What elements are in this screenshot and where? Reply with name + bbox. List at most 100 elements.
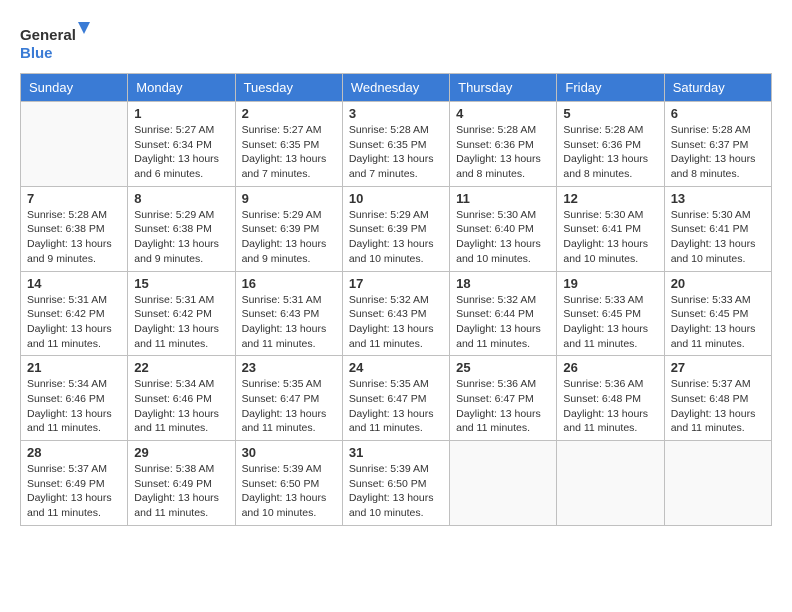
calendar-cell: 16 Sunrise: 5:31 AMSunset: 6:43 PMDayligh… (235, 271, 342, 356)
calendar-cell: 12Sunrise: 5:30 AMSunset: 6:41 PMDayligh… (557, 186, 664, 271)
day-number: 31 (349, 445, 443, 460)
calendar-cell: 30 Sunrise: 5:39 AMSunset: 6:50 PMDayligh… (235, 441, 342, 526)
calendar-header-sunday: Sunday (21, 74, 128, 102)
day-number: 25 (456, 360, 550, 375)
logo-svg: General Blue (20, 20, 90, 65)
day-number: 5 (563, 106, 657, 121)
calendar-header-row: SundayMondayTuesdayWednesdayThursdayFrid… (21, 74, 772, 102)
day-info: Sunrise: 5:32 AMSunset: 6:43 PMDaylight:… (349, 293, 443, 352)
day-number: 8 (134, 191, 228, 206)
day-info: Sunrise: 5:30 AMSunset: 6:40 PMDaylight:… (456, 208, 550, 267)
header: General Blue (20, 20, 772, 65)
day-info: Sunrise: 5:27 AMSunset: 6:34 PMDaylight:… (134, 123, 228, 182)
day-info: Sunrise: 5:39 AMSunset: 6:50 PMDaylight:… (242, 462, 336, 521)
calendar-cell: 28Sunrise: 5:37 AMSunset: 6:49 PMDayligh… (21, 441, 128, 526)
day-number: 2 (242, 106, 336, 121)
calendar-cell: 1 Sunrise: 5:27 AMSunset: 6:34 PMDaylight… (128, 102, 235, 187)
day-info: Sunrise: 5:28 AMSunset: 6:36 PMDaylight:… (456, 123, 550, 182)
calendar-cell: 2 Sunrise: 5:27 AMSunset: 6:35 PMDaylight… (235, 102, 342, 187)
day-number: 30 (242, 445, 336, 460)
calendar-cell: 13 Sunrise: 5:30 AMSunset: 6:41 PMDayligh… (664, 186, 771, 271)
day-number: 17 (349, 276, 443, 291)
calendar-cell: 31 Sunrise: 5:39 AMSunset: 6:50 PMDayligh… (342, 441, 449, 526)
day-info: Sunrise: 5:31 AMSunset: 6:42 PMDaylight:… (134, 293, 228, 352)
day-info: Sunrise: 5:27 AMSunset: 6:35 PMDaylight:… (242, 123, 336, 182)
day-number: 14 (27, 276, 121, 291)
day-number: 10 (349, 191, 443, 206)
calendar-header-friday: Friday (557, 74, 664, 102)
day-info: Sunrise: 5:28 AMSunset: 6:36 PMDaylight:… (563, 123, 657, 182)
day-info: Sunrise: 5:30 AMSunset: 6:41 PMDaylight:… (671, 208, 765, 267)
day-number: 19 (563, 276, 657, 291)
day-number: 1 (134, 106, 228, 121)
day-info: Sunrise: 5:28 AMSunset: 6:38 PMDaylight:… (27, 208, 121, 267)
day-info: Sunrise: 5:33 AMSunset: 6:45 PMDaylight:… (563, 293, 657, 352)
calendar-cell: 19 Sunrise: 5:33 AMSunset: 6:45 PMDayligh… (557, 271, 664, 356)
day-info: Sunrise: 5:39 AMSunset: 6:50 PMDaylight:… (349, 462, 443, 521)
calendar-week-row: 14 Sunrise: 5:31 AMSunset: 6:42 PMDayligh… (21, 271, 772, 356)
logo: General Blue (20, 20, 90, 65)
day-number: 18 (456, 276, 550, 291)
day-info: Sunrise: 5:28 AMSunset: 6:35 PMDaylight:… (349, 123, 443, 182)
calendar-cell (664, 441, 771, 526)
calendar-cell: 22 Sunrise: 5:34 AMSunset: 6:46 PMDayligh… (128, 356, 235, 441)
day-info: Sunrise: 5:29 AMSunset: 6:39 PMDaylight:… (242, 208, 336, 267)
calendar-cell: 25 Sunrise: 5:36 AMSunset: 6:47 PMDayligh… (450, 356, 557, 441)
calendar-cell: 15 Sunrise: 5:31 AMSunset: 6:42 PMDayligh… (128, 271, 235, 356)
calendar-week-row: 28Sunrise: 5:37 AMSunset: 6:49 PMDayligh… (21, 441, 772, 526)
calendar-cell: 9 Sunrise: 5:29 AMSunset: 6:39 PMDaylight… (235, 186, 342, 271)
day-info: Sunrise: 5:37 AMSunset: 6:48 PMDaylight:… (671, 377, 765, 436)
calendar-cell: 11 Sunrise: 5:30 AMSunset: 6:40 PMDayligh… (450, 186, 557, 271)
calendar-header-tuesday: Tuesday (235, 74, 342, 102)
day-number: 21 (27, 360, 121, 375)
day-number: 13 (671, 191, 765, 206)
calendar-cell (21, 102, 128, 187)
calendar-header-monday: Monday (128, 74, 235, 102)
day-number: 23 (242, 360, 336, 375)
day-info: Sunrise: 5:37 AMSunset: 6:49 PMDaylight:… (27, 462, 121, 521)
day-number: 22 (134, 360, 228, 375)
day-info: Sunrise: 5:35 AMSunset: 6:47 PMDaylight:… (242, 377, 336, 436)
calendar-cell: 7 Sunrise: 5:28 AMSunset: 6:38 PMDaylight… (21, 186, 128, 271)
calendar-cell (450, 441, 557, 526)
day-number: 4 (456, 106, 550, 121)
calendar-week-row: 21 Sunrise: 5:34 AMSunset: 6:46 PMDayligh… (21, 356, 772, 441)
calendar-header-wednesday: Wednesday (342, 74, 449, 102)
calendar-cell: 24Sunrise: 5:35 AMSunset: 6:47 PMDayligh… (342, 356, 449, 441)
calendar-cell: 20Sunrise: 5:33 AMSunset: 6:45 PMDayligh… (664, 271, 771, 356)
calendar-week-row: 7 Sunrise: 5:28 AMSunset: 6:38 PMDaylight… (21, 186, 772, 271)
day-info: Sunrise: 5:33 AMSunset: 6:45 PMDaylight:… (671, 293, 765, 352)
calendar-cell: 18Sunrise: 5:32 AMSunset: 6:44 PMDayligh… (450, 271, 557, 356)
calendar-cell: 6 Sunrise: 5:28 AMSunset: 6:37 PMDaylight… (664, 102, 771, 187)
svg-text:General: General (20, 27, 76, 44)
day-number: 7 (27, 191, 121, 206)
day-number: 3 (349, 106, 443, 121)
day-number: 15 (134, 276, 228, 291)
calendar-header-saturday: Saturday (664, 74, 771, 102)
day-number: 29 (134, 445, 228, 460)
day-info: Sunrise: 5:34 AMSunset: 6:46 PMDaylight:… (134, 377, 228, 436)
day-info: Sunrise: 5:35 AMSunset: 6:47 PMDaylight:… (349, 377, 443, 436)
calendar-cell: 23 Sunrise: 5:35 AMSunset: 6:47 PMDayligh… (235, 356, 342, 441)
calendar-cell: 5 Sunrise: 5:28 AMSunset: 6:36 PMDaylight… (557, 102, 664, 187)
day-info: Sunrise: 5:38 AMSunset: 6:49 PMDaylight:… (134, 462, 228, 521)
day-info: Sunrise: 5:29 AMSunset: 6:38 PMDaylight:… (134, 208, 228, 267)
day-info: Sunrise: 5:28 AMSunset: 6:37 PMDaylight:… (671, 123, 765, 182)
day-info: Sunrise: 5:34 AMSunset: 6:46 PMDaylight:… (27, 377, 121, 436)
day-info: Sunrise: 5:31 AMSunset: 6:43 PMDaylight:… (242, 293, 336, 352)
day-info: Sunrise: 5:29 AMSunset: 6:39 PMDaylight:… (349, 208, 443, 267)
day-number: 9 (242, 191, 336, 206)
calendar-cell: 8 Sunrise: 5:29 AMSunset: 6:38 PMDaylight… (128, 186, 235, 271)
calendar-cell: 29 Sunrise: 5:38 AMSunset: 6:49 PMDayligh… (128, 441, 235, 526)
calendar-cell (557, 441, 664, 526)
calendar-cell: 14Sunrise: 5:31 AMSunset: 6:42 PMDayligh… (21, 271, 128, 356)
calendar-cell: 17 Sunrise: 5:32 AMSunset: 6:43 PMDayligh… (342, 271, 449, 356)
day-info: Sunrise: 5:36 AMSunset: 6:47 PMDaylight:… (456, 377, 550, 436)
day-number: 6 (671, 106, 765, 121)
day-number: 16 (242, 276, 336, 291)
day-info: Sunrise: 5:30 AMSunset: 6:41 PMDaylight:… (563, 208, 657, 267)
calendar-cell: 27Sunrise: 5:37 AMSunset: 6:48 PMDayligh… (664, 356, 771, 441)
calendar-cell: 21 Sunrise: 5:34 AMSunset: 6:46 PMDayligh… (21, 356, 128, 441)
day-number: 11 (456, 191, 550, 206)
day-info: Sunrise: 5:36 AMSunset: 6:48 PMDaylight:… (563, 377, 657, 436)
